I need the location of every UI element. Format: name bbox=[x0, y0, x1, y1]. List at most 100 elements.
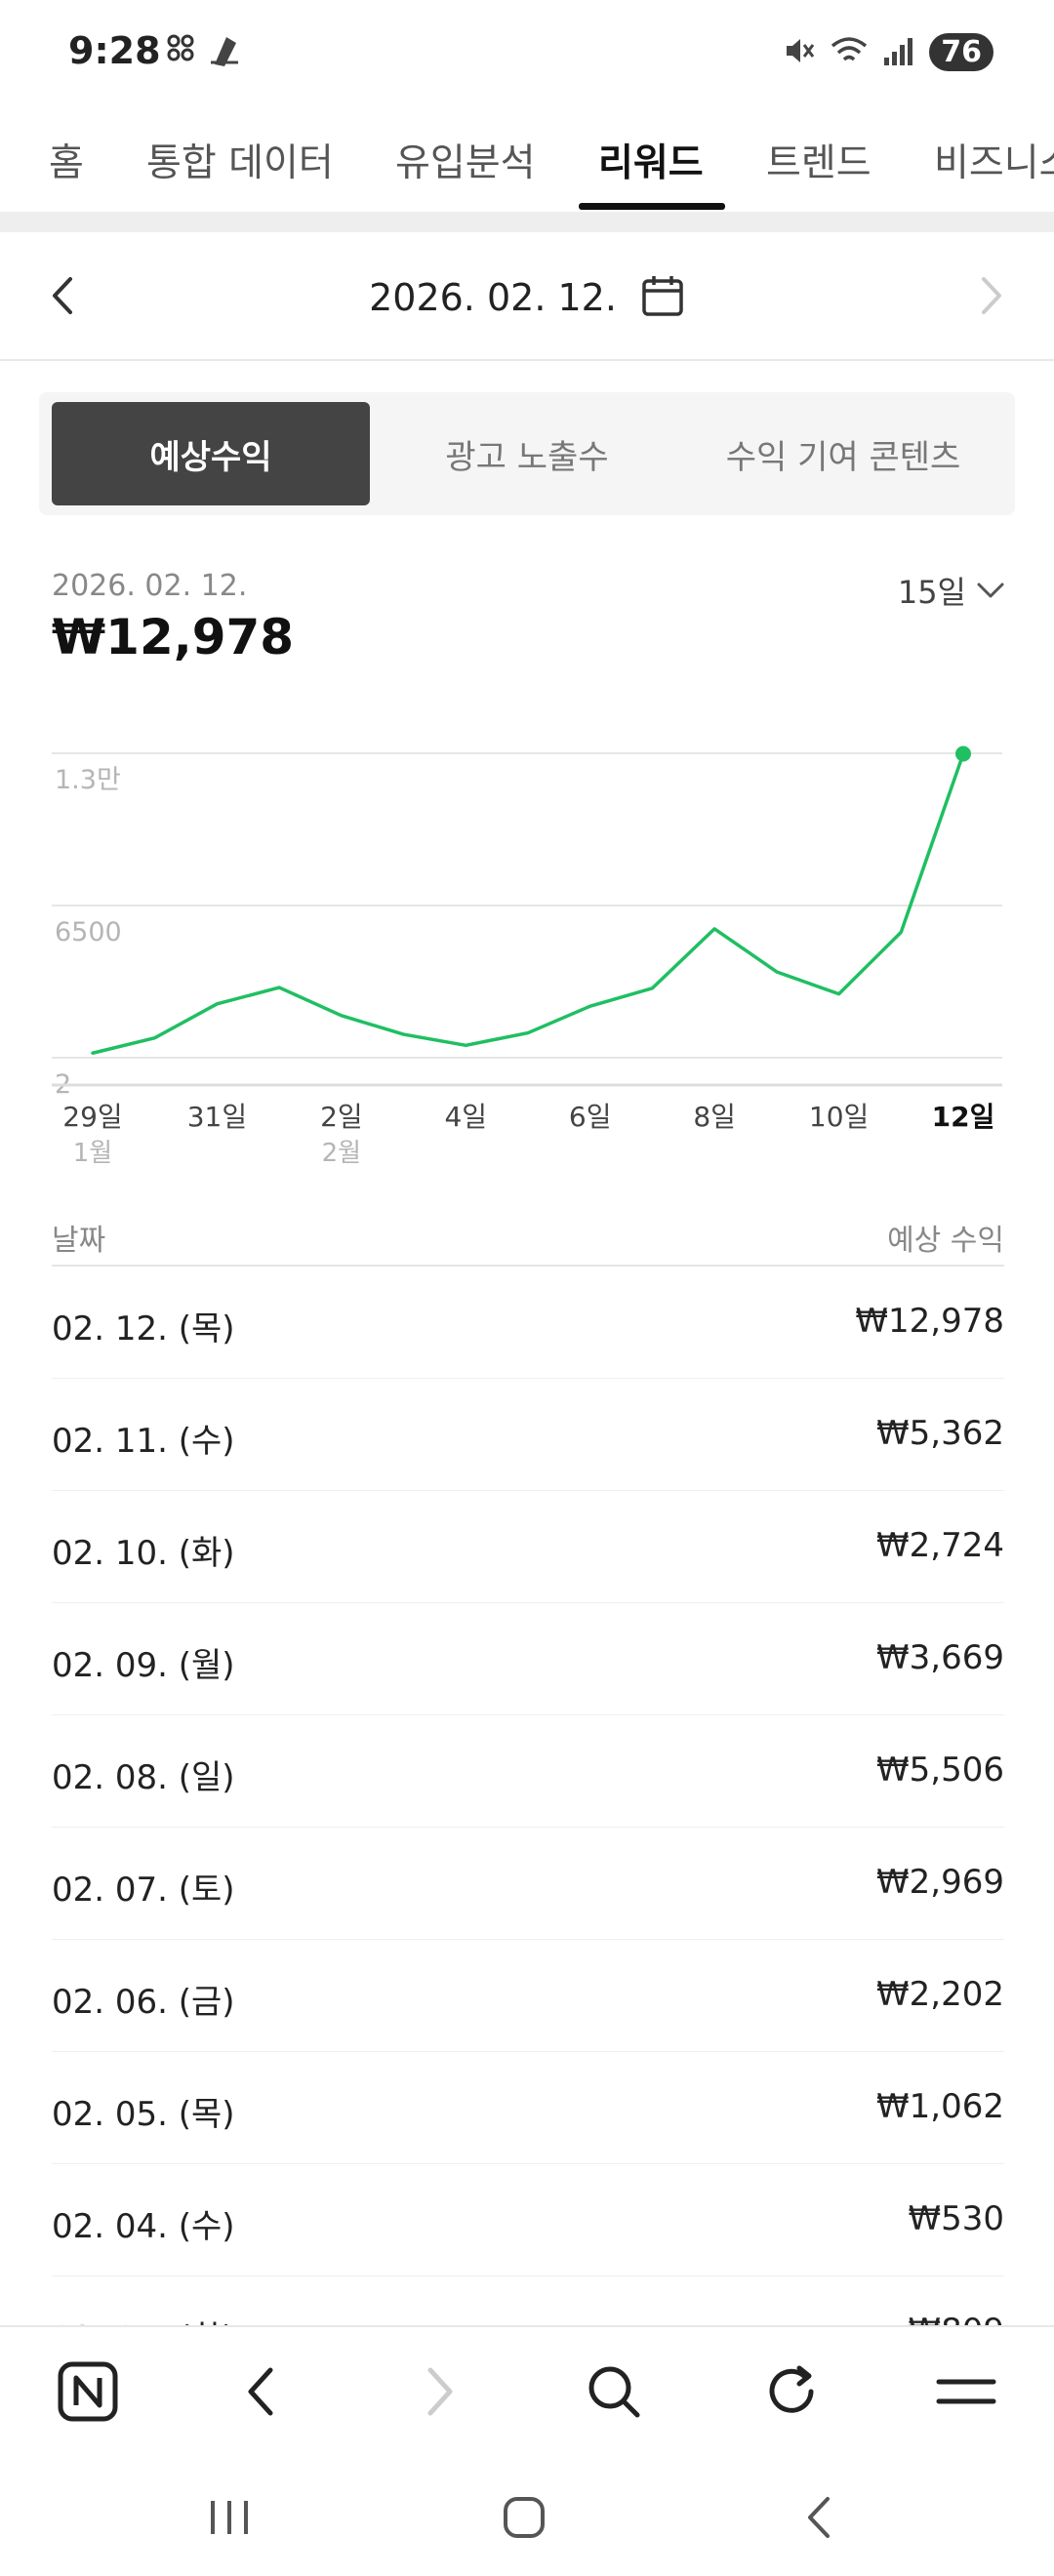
next-date-button[interactable] bbox=[972, 271, 1011, 324]
x-tick-label: 4일 bbox=[444, 1101, 487, 1133]
latest-point bbox=[955, 745, 971, 762]
chevron-right-icon bbox=[982, 277, 1001, 314]
table-row: 02. 05. (목) ₩1,062 bbox=[52, 2052, 1004, 2164]
battery-badge: 76 bbox=[929, 33, 993, 71]
signal-icon bbox=[882, 34, 915, 71]
row-date: 02. 09. (월) bbox=[52, 1646, 235, 1685]
tab-integrated-data[interactable]: 통합 데이터 bbox=[146, 133, 334, 187]
notification-icon bbox=[209, 33, 242, 74]
active-tab-underline bbox=[579, 203, 725, 210]
y-tick-label: 6500 bbox=[55, 917, 122, 947]
reward-page: 9:28 76 홈 통합 데이터 유입분석 리워드 트렌드 비즈니 2026. … bbox=[0, 0, 1054, 2576]
row-date: 02. 07. (토) bbox=[52, 1871, 235, 1910]
segment-ad-impressions[interactable]: 광고 노출수 bbox=[368, 402, 686, 505]
table-row: 02. 12. (목) ₩12,978 bbox=[52, 1267, 1004, 1379]
wifi-icon bbox=[830, 34, 869, 71]
revenue-table: 02. 12. (목) ₩12,978 02. 11. (수) ₩5,362 02. 1… bbox=[52, 1267, 1004, 2325]
home-button[interactable] bbox=[490, 2483, 558, 2552]
browser-refresh-button[interactable] bbox=[756, 2356, 827, 2427]
row-value: ₩3,669 bbox=[876, 1638, 1004, 1677]
home-icon bbox=[504, 2497, 545, 2538]
row-value: ₩2,724 bbox=[876, 1526, 1004, 1565]
naver-n-icon bbox=[58, 2361, 118, 2422]
row-value: ₩2,969 bbox=[876, 1863, 1004, 1902]
back-arrow-icon bbox=[248, 2367, 273, 2416]
x-tick-label: 2일 bbox=[320, 1101, 363, 1133]
recent-apps-icon bbox=[211, 2501, 248, 2534]
status-time: 9:28 bbox=[68, 29, 161, 72]
x-tick-month-label: 2월 bbox=[322, 1139, 361, 1168]
date-navigator: 2026. 02. 12. bbox=[0, 232, 1054, 361]
segment-revenue-contents[interactable]: 수익 기여 콘텐츠 bbox=[684, 402, 1002, 505]
series-line bbox=[91, 751, 965, 1055]
y-tick-label: 1.3만 bbox=[55, 765, 121, 795]
tab-reward[interactable]: 리워드 bbox=[598, 133, 704, 187]
row-date: 02. 12. (목) bbox=[52, 1309, 235, 1348]
row-value: ₩2,202 bbox=[876, 1975, 1004, 2014]
row-date: 02. 04. (수) bbox=[52, 2207, 235, 2246]
browser-toolbar bbox=[0, 2325, 1054, 2454]
chevron-down-icon bbox=[977, 583, 1004, 598]
system-back-icon bbox=[808, 2497, 830, 2538]
refresh-icon bbox=[769, 2365, 814, 2413]
row-date: 02. 05. (목) bbox=[52, 2095, 235, 2134]
row-value: ₩530 bbox=[908, 2199, 1004, 2238]
browser-menu-button[interactable] bbox=[931, 2356, 1001, 2427]
revenue-chart-svg: 1.3만6500229일1월31일 2일2월4일 6일 8일 10일 12일 bbox=[52, 745, 1002, 1168]
table-header: 날짜 예상 수익 bbox=[52, 1208, 1004, 1267]
row-date: 02. 11. (수) bbox=[52, 1422, 235, 1461]
calendar-icon[interactable] bbox=[640, 273, 685, 322]
row-value: ₩5,506 bbox=[876, 1751, 1004, 1790]
forward-arrow-icon bbox=[427, 2367, 453, 2416]
menu-icon bbox=[936, 2379, 996, 2404]
x-tick-month-label: 1월 bbox=[73, 1139, 112, 1168]
table-row: 02. 06. (금) ₩2,202 bbox=[52, 1940, 1004, 2052]
table-row: 02. 10. (화) ₩2,724 bbox=[52, 1491, 1004, 1603]
row-date: 02. 06. (금) bbox=[52, 1983, 235, 2022]
system-back-button[interactable] bbox=[787, 2483, 855, 2552]
metric-segment: 예상수익 광고 노출수 수익 기여 콘텐츠 bbox=[39, 392, 1015, 515]
header-value: 예상 수익 bbox=[887, 1224, 1004, 1258]
table-row: 02. 07. (토) ₩2,969 bbox=[52, 1828, 1004, 1940]
header-date: 날짜 bbox=[52, 1224, 106, 1258]
top-tabs: 홈 통합 데이터 유입분석 리워드 트렌드 비즈니스 bbox=[0, 107, 1054, 213]
tab-inflow-analysis[interactable]: 유입분석 bbox=[395, 133, 536, 187]
summary-date: 2026. 02. 12. bbox=[52, 569, 248, 603]
revenue-chart: 1.3만 6500 2 29일 1월 31일 2일 2월 4일 6일 8일 10일 12일 bbox=[0, 722, 1054, 1181]
row-date: 02. 10. (화) bbox=[52, 1534, 235, 1573]
x-tick-label: 29일 bbox=[62, 1101, 122, 1133]
naver-home-button[interactable] bbox=[53, 2356, 123, 2427]
table-row: 02. 04. (수) ₩530 bbox=[52, 2164, 1004, 2276]
row-value: ₩809 bbox=[908, 2312, 1004, 2325]
x-tick-label: 12일 bbox=[932, 1101, 995, 1133]
row-value: ₩1,062 bbox=[876, 2087, 1004, 2126]
x-tick-label: 10일 bbox=[809, 1101, 869, 1133]
x-tick-label: 6일 bbox=[569, 1101, 612, 1133]
row-date: 02. 03. (화) bbox=[52, 2312, 235, 2325]
table-row: 02. 09. (월) ₩3,669 bbox=[52, 1603, 1004, 1715]
status-bar: 9:28 76 bbox=[0, 0, 1054, 107]
tab-home[interactable]: 홈 bbox=[49, 133, 84, 187]
table-row: 02. 03. (화) ₩809 bbox=[52, 2276, 1004, 2325]
x-tick-label: 8일 bbox=[693, 1101, 736, 1133]
period-dropdown[interactable]: 15일 bbox=[898, 568, 1005, 613]
table-row: 02. 11. (수) ₩5,362 bbox=[52, 1379, 1004, 1491]
mute-icon bbox=[783, 34, 816, 71]
row-date: 02. 08. (일) bbox=[52, 1758, 235, 1797]
recent-apps-button[interactable] bbox=[195, 2483, 264, 2552]
tab-business[interactable]: 비즈니스 bbox=[934, 133, 1054, 187]
browser-search-button[interactable] bbox=[579, 2356, 649, 2427]
segment-estimated-revenue[interactable]: 예상수익 bbox=[52, 402, 370, 505]
row-value: ₩12,978 bbox=[855, 1302, 1004, 1341]
browser-back-button[interactable] bbox=[226, 2356, 297, 2427]
app-grid-icon bbox=[166, 33, 195, 74]
current-date: 2026. 02. 12. bbox=[369, 276, 617, 319]
summary-total: ₩12,978 bbox=[52, 609, 295, 665]
search-icon bbox=[588, 2366, 640, 2418]
tab-trend[interactable]: 트렌드 bbox=[766, 133, 872, 187]
section-divider bbox=[0, 213, 1054, 232]
x-tick-label: 31일 bbox=[187, 1101, 247, 1133]
system-navigation-bar bbox=[0, 2454, 1054, 2576]
table-row: 02. 08. (일) ₩5,506 bbox=[52, 1715, 1004, 1828]
browser-forward-button[interactable] bbox=[404, 2356, 474, 2427]
